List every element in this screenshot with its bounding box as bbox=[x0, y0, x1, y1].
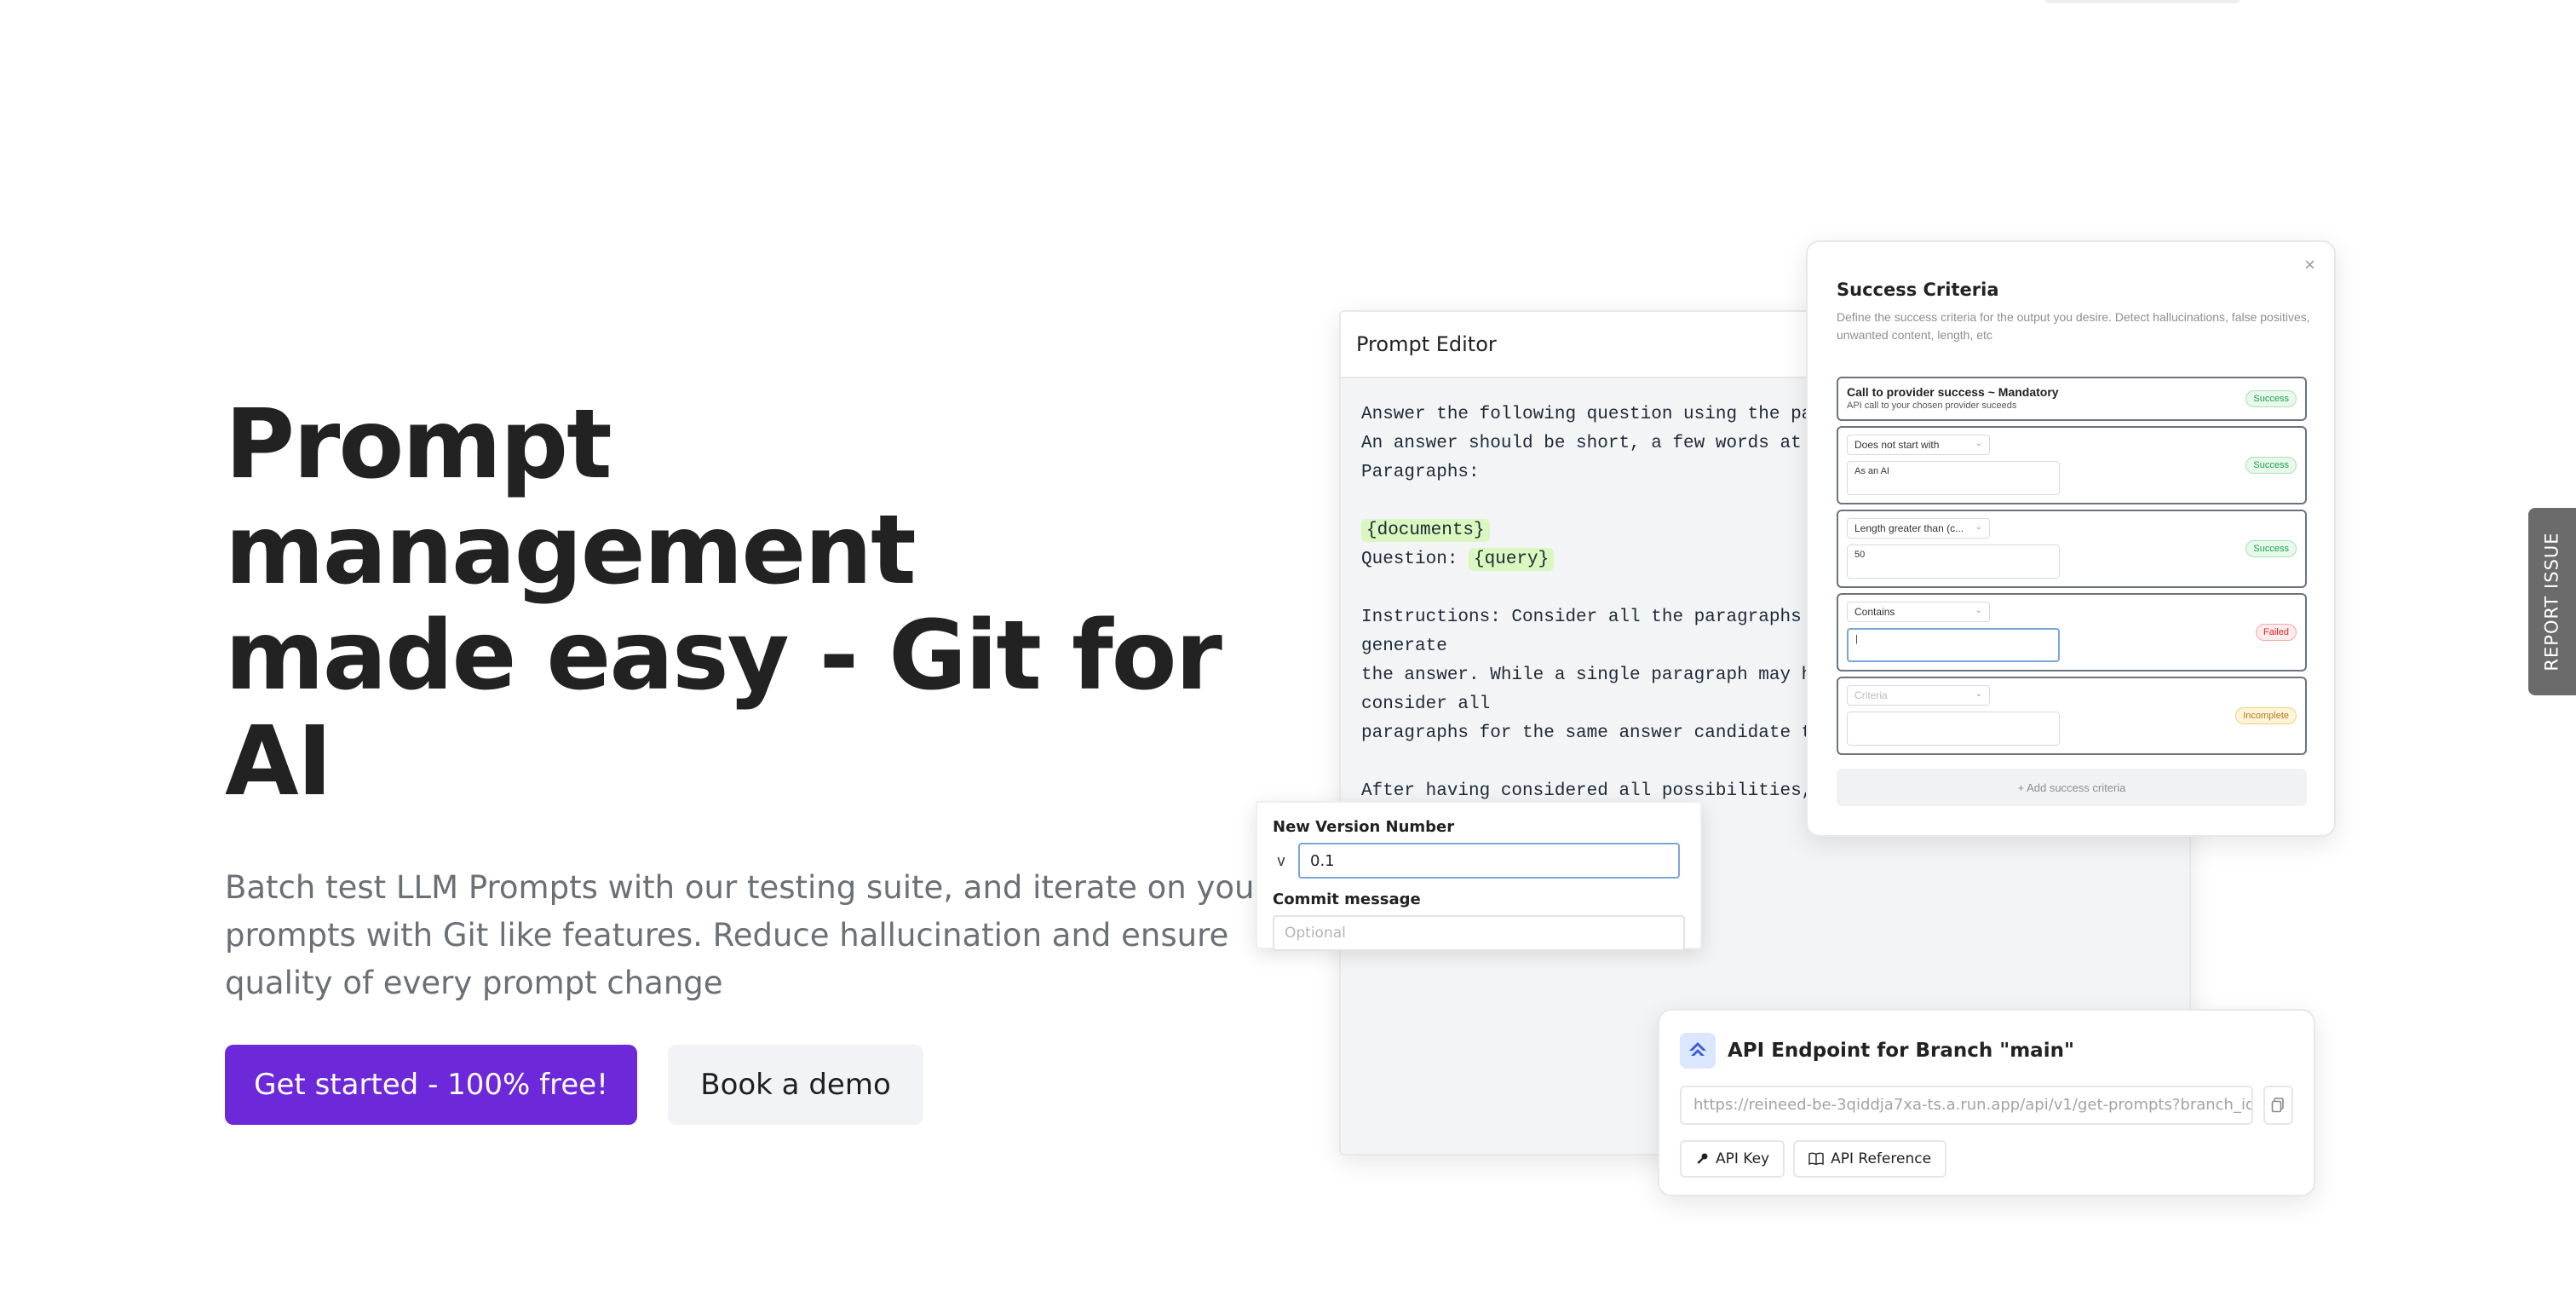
criteria-type-select[interactable]: Length greater than (c... ⌄ bbox=[1847, 518, 1990, 539]
close-icon[interactable]: × bbox=[2304, 254, 2315, 276]
success-criteria-panel: × Success Criteria Define the success cr… bbox=[1806, 240, 2336, 837]
commit-message-input[interactable] bbox=[1273, 915, 1685, 951]
chevron-down-icon: ⌄ bbox=[1975, 689, 1982, 699]
mandatory-criteria-subtitle: API call to your chosen provider suceeds bbox=[1847, 401, 2017, 411]
get-started-button[interactable]: Get started - 100% free! bbox=[225, 1045, 637, 1125]
api-actions: API Key API Reference bbox=[1680, 1140, 2293, 1178]
criteria-card-mandatory: Call to provider success ~ Mandatory API… bbox=[1837, 377, 2307, 421]
version-number-label: New Version Number bbox=[1273, 818, 1455, 836]
api-endpoint-title: API Endpoint for Branch "main" bbox=[1728, 1040, 2074, 1062]
hero-section: Prompt management made easy - Git for AI… bbox=[225, 392, 1273, 1125]
variable-query: {query} bbox=[1469, 548, 1555, 571]
criteria-value-input[interactable]: 50 bbox=[1847, 545, 2060, 579]
criteria-type-select[interactable]: Does not start with ⌄ bbox=[1847, 435, 1990, 455]
status-badge: Success bbox=[2245, 390, 2297, 407]
copy-icon[interactable] bbox=[2263, 1086, 2293, 1125]
version-dialog: New Version Number v Commit message bbox=[1256, 801, 1702, 951]
book-icon bbox=[1808, 1152, 1824, 1166]
api-reference-button[interactable]: API Reference bbox=[1793, 1140, 1947, 1178]
criteria-type-label: Does not start with bbox=[1854, 439, 1940, 451]
criteria-card: Length greater than (c... ⌄ 50 Success bbox=[1837, 510, 2307, 588]
key-icon bbox=[1697, 1153, 1708, 1164]
criteria-type-label: Contains bbox=[1854, 606, 1895, 618]
prompt-editor-title: Prompt Editor bbox=[1356, 332, 1497, 356]
api-url-row: https://reineed-be-3qiddja7xa-ts.a.run.a… bbox=[1680, 1086, 2293, 1125]
chevron-down-icon: ⌄ bbox=[1975, 522, 1982, 532]
criteria-card: Criteria ⌄ Incomplete bbox=[1837, 677, 2307, 755]
branch-logo-icon bbox=[1680, 1033, 1716, 1069]
api-url-field[interactable]: https://reineed-be-3qiddja7xa-ts.a.run.a… bbox=[1680, 1086, 2253, 1125]
variable-documents: {documents} bbox=[1361, 519, 1490, 542]
chevron-down-icon: ⌄ bbox=[1975, 606, 1982, 615]
version-number-input[interactable] bbox=[1298, 843, 1680, 879]
api-endpoint-panel: API Endpoint for Branch "main" https://r… bbox=[1658, 1009, 2315, 1196]
top-decoration bbox=[2044, 0, 2240, 3]
hero-title: Prompt management made easy - Git for AI bbox=[225, 392, 1273, 815]
hero-subtitle: Batch test LLM Prompts with our testing … bbox=[225, 869, 1268, 1001]
mandatory-criteria-title: Call to provider success ~ Mandatory bbox=[1847, 385, 2059, 399]
criteria-value-input[interactable]: As an AI bbox=[1847, 461, 2060, 495]
criteria-type-label: Length greater than (c... bbox=[1854, 522, 1964, 534]
hero-title-line1: Prompt management bbox=[225, 389, 917, 606]
version-row: v bbox=[1273, 843, 1685, 879]
chevron-down-icon: ⌄ bbox=[1975, 439, 1982, 448]
success-criteria-description: Define the success criteria for the outp… bbox=[1837, 310, 2310, 342]
report-issue-tab[interactable]: REPORT ISSUE bbox=[2528, 508, 2576, 695]
api-reference-label: API Reference bbox=[1831, 1150, 1932, 1167]
status-badge: Success bbox=[2245, 457, 2297, 474]
criteria-card: Contains ⌄ | Failed bbox=[1837, 593, 2307, 671]
status-badge: Failed bbox=[2256, 624, 2297, 641]
criteria-value-input[interactable] bbox=[1847, 712, 2060, 746]
status-badge: Success bbox=[2245, 540, 2297, 557]
criteria-card: Does not start with ⌄ As an AI Success bbox=[1837, 426, 2307, 504]
report-issue-label: REPORT ISSUE bbox=[2542, 532, 2562, 671]
version-prefix: v bbox=[1277, 851, 1285, 869]
criteria-type-label: Criteria bbox=[1854, 689, 1888, 701]
api-key-label: API Key bbox=[1716, 1150, 1770, 1167]
hero-title-line2: made easy - Git for AI bbox=[225, 601, 1222, 817]
hero-buttons: Get started - 100% free! Book a demo bbox=[225, 1045, 1273, 1125]
success-criteria-title: Success Criteria bbox=[1837, 280, 1999, 300]
status-badge: Incomplete bbox=[2235, 707, 2297, 724]
commit-message-label: Commit message bbox=[1273, 890, 1421, 908]
book-demo-button[interactable]: Book a demo bbox=[668, 1045, 923, 1125]
criteria-type-select[interactable]: Criteria ⌄ bbox=[1847, 685, 1990, 706]
criteria-value-input[interactable]: | bbox=[1847, 628, 2060, 662]
api-endpoint-header: API Endpoint for Branch "main" bbox=[1680, 1033, 2293, 1069]
api-key-button[interactable]: API Key bbox=[1680, 1140, 1785, 1178]
criteria-type-select[interactable]: Contains ⌄ bbox=[1847, 602, 1990, 622]
add-success-criteria-button[interactable]: + Add success criteria bbox=[1837, 769, 2307, 806]
question-label: Question: bbox=[1361, 550, 1458, 569]
